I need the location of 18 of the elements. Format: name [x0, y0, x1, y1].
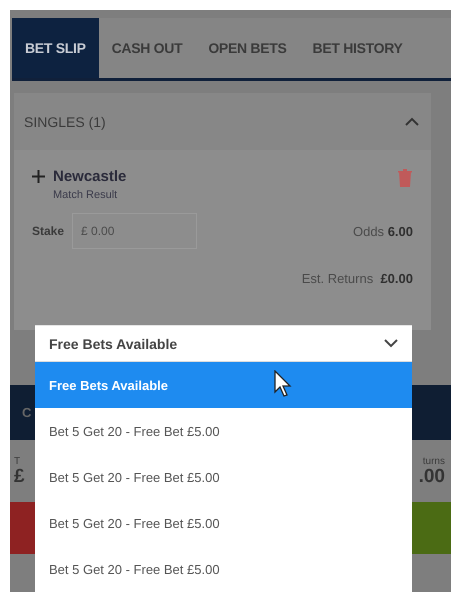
stake-field[interactable]: £ 0.00 — [72, 213, 198, 249]
returns-label: turns — [422, 456, 445, 467]
plus-icon[interactable] — [32, 170, 45, 183]
returns-text: Est. Returns £0.00 — [302, 271, 413, 286]
market-name: Match Result — [53, 189, 118, 201]
stake-label: Stake — [32, 224, 64, 238]
chevron-icon[interactable] — [384, 339, 398, 348]
selection-name: Newcastle — [53, 168, 126, 185]
bar-text: C — [22, 405, 32, 420]
free-bet-select[interactable]: Free Bets Available — [35, 325, 412, 362]
total-label: T — [14, 456, 22, 467]
dropdown-option[interactable]: Free Bets Available — [35, 362, 412, 408]
cursor-icon — [273, 370, 293, 398]
section-title: SINGLES (1) — [24, 114, 106, 130]
total-value: £ — [14, 467, 25, 486]
odds-text: Odds 6.00 — [352, 224, 413, 238]
tab[interactable]: BET SLIP — [12, 18, 99, 78]
returns-value: .00 — [418, 467, 445, 486]
